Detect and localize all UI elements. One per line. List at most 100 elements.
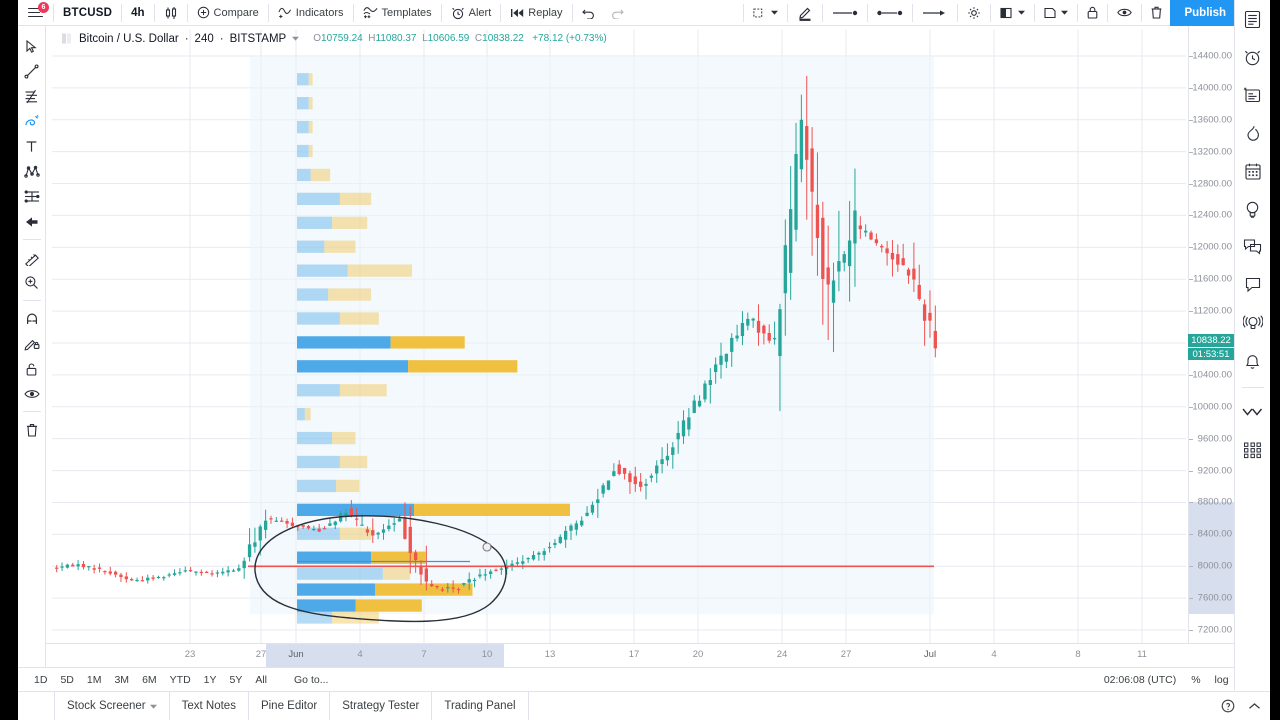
publish-button[interactable]: Publish: [1170, 0, 1240, 26]
price-tick-mark: [1189, 630, 1193, 632]
screen-mode-button[interactable]: [992, 0, 1033, 26]
chart-pane[interactable]: Bitcoin / U.S. Dollar · 240 · BITSTAMP O…: [46, 26, 1234, 676]
main-menu-button[interactable]: 6: [18, 0, 52, 26]
interval-button[interactable]: 4h: [123, 0, 152, 26]
price-axis[interactable]: 14400.00 14000.00 13600.00 13200.00 12800.00…: [1188, 26, 1234, 676]
timeframe-1d[interactable]: 1D: [28, 672, 53, 688]
lock-button[interactable]: [1079, 0, 1106, 26]
followers-panel-button[interactable]: [1237, 396, 1269, 428]
layout-select-button[interactable]: [745, 0, 786, 26]
timeframe-5y[interactable]: 5Y: [224, 672, 249, 688]
pattern-tool[interactable]: [19, 159, 45, 184]
time-tick-label: 27: [255, 649, 267, 660]
bottom-tab-trading-panel[interactable]: Trading Panel: [432, 691, 529, 720]
candle-body: [183, 570, 187, 572]
redo-button[interactable]: [603, 0, 632, 26]
text-tool[interactable]: [19, 134, 45, 159]
redo-icon: [611, 7, 624, 19]
price-tick-label: 11600.00: [1193, 273, 1232, 285]
visibility-button[interactable]: [1109, 0, 1140, 26]
candle-body: [301, 525, 305, 527]
indicators-button[interactable]: Indicators: [270, 0, 352, 26]
chart-style-button[interactable]: [156, 0, 186, 26]
public-chat-panel-button[interactable]: [1237, 231, 1269, 263]
zoom-tool[interactable]: [19, 270, 45, 295]
lock-drawings-tool[interactable]: [19, 356, 45, 381]
bottom-tab-text-notes[interactable]: Text Notes: [170, 691, 249, 720]
snapshot-button[interactable]: [1036, 0, 1076, 26]
data-window-panel-button[interactable]: [1237, 79, 1269, 111]
timeframe-all[interactable]: All: [249, 672, 273, 688]
candle-body: [912, 268, 916, 280]
menu-badge: 6: [38, 1, 49, 13]
remove-drawings-tool[interactable]: [19, 417, 45, 442]
calendar-panel-button[interactable]: [1237, 155, 1269, 187]
forecast-tool[interactable]: [19, 184, 45, 209]
go-to-date-button[interactable]: Go to...: [288, 672, 334, 688]
line-style-dot-button[interactable]: [824, 0, 866, 26]
chart-settings-button[interactable]: [959, 0, 989, 26]
candle-body: [424, 568, 429, 582]
percent-scale-toggle[interactable]: %: [1184, 672, 1207, 688]
trend-line-tool[interactable]: [19, 59, 45, 84]
magnet-tool[interactable]: [19, 306, 45, 331]
candle-body: [210, 573, 214, 575]
remove-objects-button[interactable]: [1143, 0, 1170, 26]
pen-color-icon: [797, 5, 813, 21]
pen-color-button[interactable]: [789, 0, 821, 26]
bottom-tab-pine-editor[interactable]: Pine Editor: [249, 691, 331, 720]
replay-button[interactable]: Replay: [502, 0, 570, 26]
time-tick-label: 4: [357, 649, 363, 660]
ideas-panel-button[interactable]: [1237, 193, 1269, 225]
chevron-down-icon[interactable]: [292, 36, 300, 41]
alerts-panel-button[interactable]: [1237, 41, 1269, 73]
timeframe-3m[interactable]: 3M: [108, 672, 135, 688]
measure-tool[interactable]: [19, 245, 45, 270]
expand-panel-button[interactable]: [1242, 692, 1266, 720]
alert-button[interactable]: Alert: [443, 0, 500, 26]
bottom-tab-stock-screener[interactable]: Stock Screener: [54, 691, 170, 720]
chart-legend: Bitcoin / U.S. Dollar · 240 · BITSTAMP O…: [60, 32, 607, 45]
chevron-down-icon: [771, 10, 779, 15]
undo-button[interactable]: [574, 0, 603, 26]
hide-drawings-tool[interactable]: [19, 381, 45, 406]
stay-in-draw-tool[interactable]: [19, 331, 45, 356]
watchlist-panel-button[interactable]: [1237, 3, 1269, 35]
hotlist-panel-button[interactable]: [1237, 117, 1269, 149]
templates-button[interactable]: Templates: [355, 0, 440, 26]
toolbar-divider: [500, 3, 502, 22]
notifications-panel-button[interactable]: [1237, 345, 1269, 377]
symbol-search-button[interactable]: BTCUSD: [55, 0, 120, 26]
cursor-tool[interactable]: [19, 34, 45, 59]
timeframe-6m[interactable]: 6M: [136, 672, 163, 688]
timeframe-1m[interactable]: 1M: [81, 672, 108, 688]
legend-symbol-name[interactable]: Bitcoin / U.S. Dollar: [79, 33, 179, 45]
objects-tree-panel-button[interactable]: [1237, 434, 1269, 466]
line-style-arrow-left-button[interactable]: [869, 0, 911, 26]
alert-label: Alert: [468, 6, 492, 19]
timeframe-5d[interactable]: 5D: [54, 672, 79, 688]
help-button[interactable]: [1216, 692, 1240, 720]
volume-profile-sell-bar: [336, 479, 360, 493]
replay-label: Replay: [528, 6, 563, 19]
arrow-marker-tool[interactable]: [19, 209, 45, 234]
candle-body: [274, 520, 279, 522]
price-tick-mark: [1189, 311, 1193, 313]
series-visibility-icon[interactable]: [60, 32, 73, 45]
timeframe-ytd[interactable]: YTD: [164, 672, 197, 688]
broadcast-panel-button[interactable]: [1237, 307, 1269, 339]
fib-tool[interactable]: [19, 84, 45, 109]
chart-plot[interactable]: [46, 26, 1234, 676]
candle-body: [596, 499, 600, 504]
line-style-arrow-right-button[interactable]: [914, 0, 956, 26]
time-axis[interactable]: 23 27 Jun 4 7 10 13 17 20 24 27 Jul 4 8 11: [46, 643, 1234, 668]
candle-body: [585, 512, 589, 516]
volume-profile-buy-bar: [297, 336, 391, 349]
compare-button[interactable]: Compare: [189, 0, 267, 26]
bottom-tab-strategy-tester[interactable]: Strategy Tester: [330, 691, 433, 720]
annotation-selection-handle[interactable]: [482, 542, 492, 552]
brush-tool[interactable]: [19, 109, 45, 134]
timeframe-1y[interactable]: 1Y: [198, 672, 223, 688]
log-scale-toggle[interactable]: log: [1208, 672, 1236, 688]
private-chat-panel-button[interactable]: [1237, 269, 1269, 301]
